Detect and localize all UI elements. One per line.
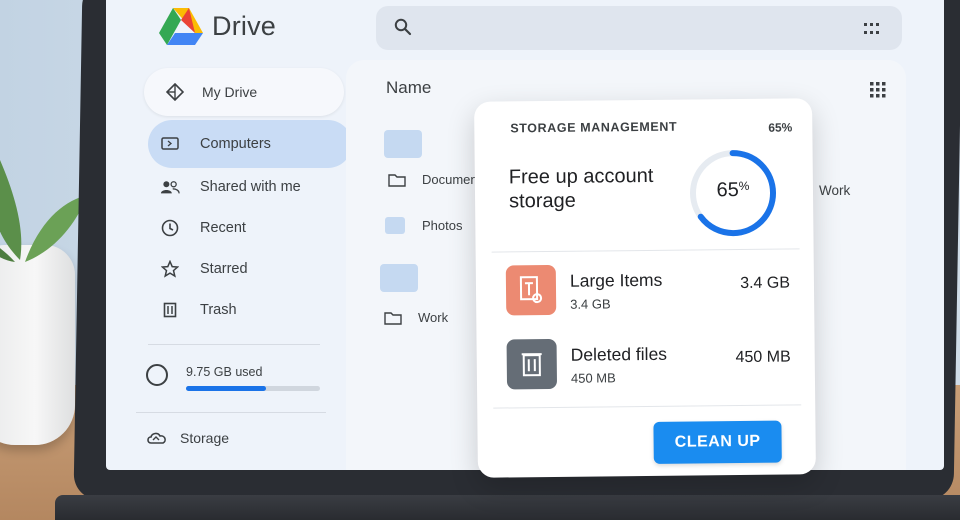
sidebar-item-trash[interactable]: Trash — [148, 286, 352, 334]
item-subtitle: 3.4 GB — [570, 296, 611, 312]
cloud-storage-icon — [146, 364, 168, 386]
people-icon — [160, 177, 180, 197]
folder-icon — [388, 173, 406, 187]
list-item[interactable]: Photos — [384, 214, 462, 236]
card-divider — [493, 404, 802, 409]
sidebar-item-label: Shared with me — [200, 179, 301, 195]
app-name: Drive — [212, 10, 277, 41]
card-percent: 65% — [768, 120, 793, 135]
ring-label: 65% — [687, 179, 779, 203]
star-icon — [160, 259, 180, 279]
clock-icon — [160, 218, 180, 238]
large-file-icon — [505, 264, 557, 316]
deleted-files-row[interactable]: Deleted files 450 MB 450 MB — [506, 336, 798, 393]
google-drive-logo-icon — [159, 8, 203, 45]
search-bar[interactable] — [376, 6, 902, 50]
storage-progress-fill — [186, 386, 267, 391]
file-name-right[interactable]: Work — [819, 183, 850, 198]
my-drive-label: My Drive — [202, 84, 258, 100]
plant-leaves — [0, 160, 88, 262]
sidebar-item-label: Computers — [200, 136, 271, 152]
computer-icon — [160, 134, 180, 154]
folder-thumbnail[interactable] — [384, 130, 422, 158]
list-item[interactable]: Documents — [388, 172, 488, 187]
my-drive-icon — [166, 83, 184, 101]
sidebar-item-label: Trash — [200, 302, 237, 318]
brand[interactable]: Drive — [158, 6, 276, 46]
storage-used-label: 9.75 GB used — [186, 365, 263, 379]
folder-icon — [384, 311, 402, 325]
item-size: 3.4 GB — [740, 274, 791, 293]
list-item[interactable]: Work — [384, 310, 448, 325]
card-title: STORAGE MANAGEMENT — [510, 119, 678, 136]
sidebar-divider — [136, 412, 326, 413]
ring-unit: % — [738, 178, 750, 194]
item-size: 450 MB — [735, 348, 791, 367]
card-divider — [491, 248, 800, 253]
sidebar: My Drive Computers Shared with me Recent… — [106, 60, 352, 470]
sidebar-item-label: Recent — [200, 220, 246, 236]
sidebar-item-label: Starred — [200, 261, 248, 277]
laptop-base — [55, 495, 960, 520]
trash-icon — [160, 300, 180, 320]
item-name: Deleted files — [570, 343, 668, 365]
card-headline: Free up account storage — [508, 164, 654, 213]
item-subtitle: 450 MB — [570, 370, 616, 386]
file-name: Work — [418, 310, 449, 325]
my-drive-button[interactable]: My Drive — [144, 68, 344, 116]
folder-thumbnail[interactable] — [380, 264, 418, 292]
storage-usage[interactable]: 9.75 GB used — [146, 360, 346, 400]
ring-value: 65 — [716, 179, 739, 202]
storage-link[interactable]: Storage — [146, 430, 229, 446]
file-name: Photos — [422, 217, 463, 233]
grid-view-icon[interactable] — [870, 82, 886, 98]
item-name: Large Items — [569, 269, 663, 291]
storage-link-label: Storage — [180, 430, 230, 446]
sidebar-divider — [148, 344, 320, 345]
plant-pot — [0, 245, 75, 445]
storage-management-card: STORAGE MANAGEMENT 65% Free up account s… — [474, 98, 816, 478]
trash-bin-icon — [506, 338, 558, 390]
sidebar-item-computers[interactable]: Computers — [148, 120, 352, 168]
search-icon[interactable] — [394, 18, 412, 36]
folder-icon — [385, 217, 405, 234]
storage-cloud-icon — [147, 432, 166, 444]
large-items-row[interactable]: Large Items 3.4 GB 3.4 GB — [505, 262, 797, 319]
name-column-header[interactable]: Name — [386, 78, 431, 98]
clean-up-button[interactable]: CLEAN UP — [653, 420, 782, 464]
storage-progress-track — [186, 386, 320, 391]
search-options-grid-icon[interactable] — [864, 23, 880, 35]
